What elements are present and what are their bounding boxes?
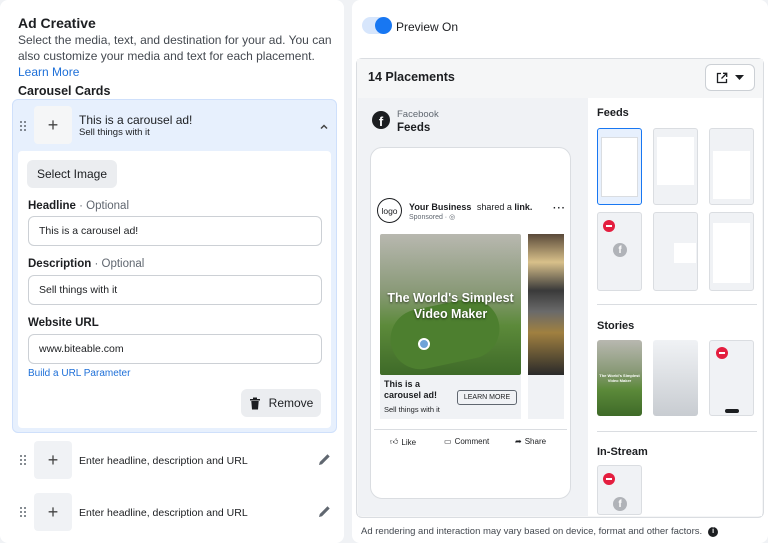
thumb-content bbox=[601, 137, 638, 197]
placement-thumb-instream-videos[interactable]: f bbox=[597, 465, 642, 515]
description-input[interactable]: Sell things with it bbox=[28, 275, 322, 305]
story-overlay-text: The World's Simplest Video Maker bbox=[599, 373, 640, 383]
unavailable-icon bbox=[603, 220, 615, 232]
facebook-icon: f bbox=[372, 111, 390, 129]
image-creature bbox=[418, 338, 430, 350]
drag-handle-icon[interactable] bbox=[20, 121, 26, 131]
card-1-description: Sell things with it bbox=[79, 127, 150, 138]
sponsored-label: Sponsored · ◎ bbox=[409, 214, 456, 221]
thumb-content bbox=[713, 223, 750, 283]
caret-down-icon bbox=[735, 74, 744, 80]
facebook-gray-icon: f bbox=[613, 243, 627, 257]
thumbs-up-icon: 👍︎ bbox=[390, 437, 399, 446]
preview-on-label: Preview On bbox=[396, 20, 459, 34]
preview-toggle[interactable] bbox=[362, 17, 392, 34]
carousel-card-description: Sell things with it bbox=[384, 405, 440, 414]
placement-thumb-video-feeds[interactable] bbox=[709, 212, 754, 291]
placement-label: Feeds bbox=[397, 122, 431, 134]
plus-icon: + bbox=[47, 449, 59, 470]
card-3-add-media-button[interactable]: + bbox=[34, 493, 72, 531]
comment-icon: ▭ bbox=[444, 437, 452, 446]
thumb-content bbox=[657, 137, 694, 185]
chevron-up-icon[interactable] bbox=[319, 119, 329, 130]
card-2-pencil-icon[interactable] bbox=[318, 453, 331, 471]
unavailable-icon bbox=[716, 347, 728, 359]
card-1-add-media-button[interactable]: + bbox=[34, 106, 72, 144]
trash-icon bbox=[249, 397, 260, 409]
placement-thumb-facebook-stories[interactable]: The World's Simplest Video Maker bbox=[597, 340, 642, 416]
card-1-headline: This is a carousel ad! bbox=[79, 113, 193, 127]
thumb-content bbox=[674, 243, 696, 263]
placement-thumb-messenger-stories[interactable] bbox=[709, 340, 754, 416]
placement-thumb-instagram-feed[interactable] bbox=[653, 128, 698, 205]
next-carousel-image[interactable] bbox=[528, 234, 564, 375]
drag-handle-icon[interactable] bbox=[20, 455, 26, 465]
learn-more-link[interactable]: Learn More bbox=[18, 65, 79, 79]
card-2-placeholder: Enter headline, description and URL bbox=[79, 455, 248, 467]
plus-icon: + bbox=[47, 114, 59, 135]
placement-thumb-right-column[interactable] bbox=[653, 212, 698, 291]
learn-more-cta[interactable]: LEARN MORE bbox=[457, 390, 517, 405]
post-header: Your Business shared a link. bbox=[409, 202, 533, 212]
carousel-cards-title: Carousel Cards bbox=[18, 84, 111, 98]
description-label: Description · Optional bbox=[28, 258, 145, 270]
website-url-label: Website URL bbox=[28, 317, 99, 329]
carousel-card-headline: This is a carousel ad! bbox=[384, 379, 438, 400]
drag-handle-icon[interactable] bbox=[20, 507, 26, 517]
ad-creative-subtitle: Select the media, text, and destination … bbox=[18, 33, 332, 79]
section-divider bbox=[597, 304, 757, 305]
select-image-button[interactable]: Select Image bbox=[27, 160, 117, 188]
headline-label: Headline · Optional bbox=[28, 200, 129, 212]
more-options-icon[interactable]: ··· bbox=[553, 203, 566, 214]
facebook-gray-icon: f bbox=[613, 497, 627, 511]
info-icon[interactable]: i bbox=[708, 526, 719, 537]
card-2-add-media-button[interactable]: + bbox=[34, 441, 72, 479]
action-divider bbox=[374, 429, 567, 430]
open-preview-button[interactable] bbox=[705, 64, 755, 91]
feeds-section-title: Feeds bbox=[597, 107, 629, 119]
unavailable-icon bbox=[603, 473, 615, 485]
thumb-content bbox=[713, 151, 750, 199]
toggle-knob bbox=[375, 17, 392, 34]
share-icon: ➦ bbox=[515, 437, 522, 446]
build-url-parameter-link[interactable]: Build a URL Parameter bbox=[28, 368, 130, 379]
placement-thumb-facebook-feeds[interactable] bbox=[597, 128, 642, 205]
website-url-input[interactable]: www.biteable.com bbox=[28, 334, 322, 364]
placement-thumb-marketplace[interactable] bbox=[709, 128, 754, 205]
remove-button[interactable]: Remove bbox=[241, 389, 321, 417]
headline-input[interactable]: This is a carousel ad! bbox=[28, 216, 322, 246]
ad-creative-title: Ad Creative bbox=[18, 15, 96, 31]
card-3-placeholder: Enter headline, description and URL bbox=[79, 507, 248, 519]
placement-thumb-instagram-stories[interactable] bbox=[653, 340, 698, 416]
video-overlay-text: The World's Simplest Video Maker bbox=[387, 291, 514, 321]
external-link-icon bbox=[716, 72, 728, 83]
plus-icon: + bbox=[47, 501, 59, 522]
next-card-footer bbox=[528, 375, 564, 419]
rendering-disclaimer: Ad rendering and interaction may vary ba… bbox=[361, 526, 719, 537]
stories-section-title: Stories bbox=[597, 320, 635, 332]
like-button[interactable]: 👍︎ Like bbox=[390, 437, 416, 447]
placements-title: 14 Placements bbox=[368, 70, 455, 84]
story-bar bbox=[725, 409, 739, 413]
card-3-pencil-icon[interactable] bbox=[318, 505, 331, 523]
globe-icon: ◎ bbox=[449, 214, 456, 221]
comment-button[interactable]: ▭ Comment bbox=[444, 437, 489, 446]
platform-label: Facebook bbox=[397, 109, 439, 120]
share-button[interactable]: ➦ Share bbox=[515, 437, 546, 446]
placement-thumb-unavailable-1[interactable]: f bbox=[597, 212, 642, 291]
business-logo: logo bbox=[377, 198, 402, 223]
instream-section-title: In-Stream bbox=[597, 446, 648, 458]
section-divider bbox=[597, 431, 757, 432]
